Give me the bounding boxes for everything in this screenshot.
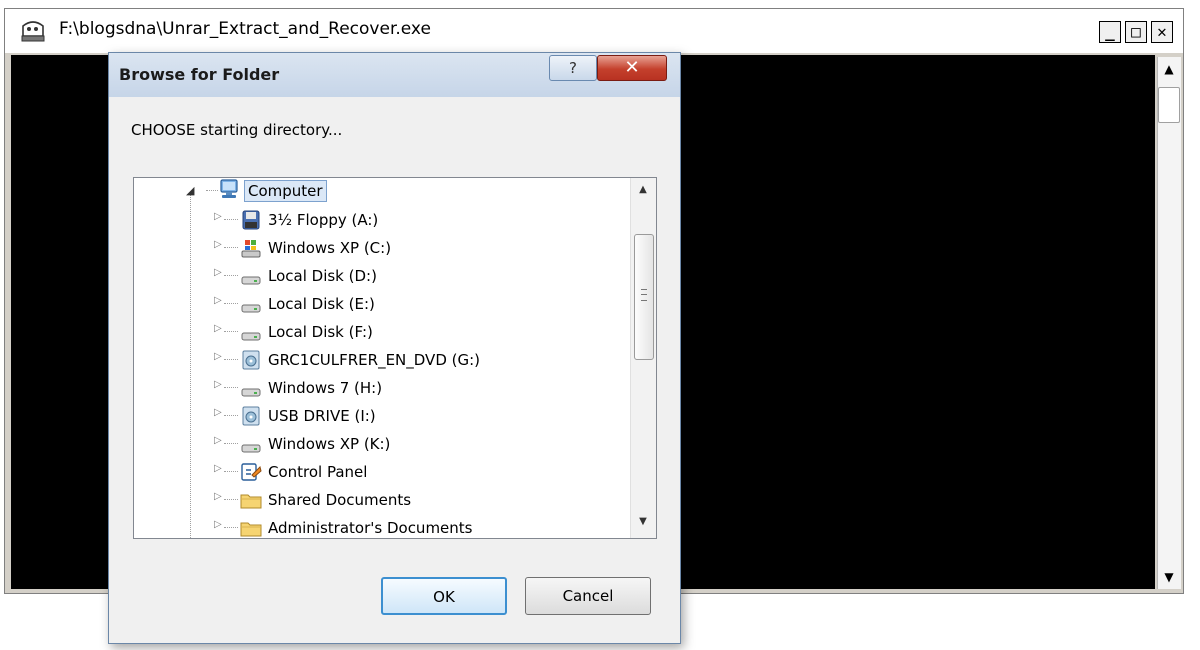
- tree-item[interactable]: ▷ USB DRIVE (I:): [214, 402, 634, 430]
- hard-drive-icon: [241, 444, 261, 453]
- tree-item[interactable]: ▷ Administrator's Documents: [214, 514, 634, 538]
- folder-tree[interactable]: ◢ Computer ▷ 3½ Floppy (A:) ▷ Windows XP (C…: [133, 177, 657, 539]
- expand-arrow-icon[interactable]: ▷: [214, 407, 222, 418]
- tree-branch-line: [224, 247, 238, 248]
- expand-arrow-icon[interactable]: ▷: [214, 267, 222, 278]
- collapse-arrow-icon[interactable]: ◢: [186, 184, 194, 197]
- tree-branch-line: [224, 443, 238, 444]
- app-icon: [21, 21, 45, 42]
- dialog-title: Browse for Folder: [119, 65, 280, 84]
- tree-item[interactable]: ▷ Local Disk (D:): [214, 262, 634, 290]
- folder-icon: [240, 494, 262, 509]
- console-titlebar: F:\blogsdna\Unrar_Extract_and_Recover.ex…: [5, 9, 1183, 53]
- tree-item-label: USB DRIVE (I:): [268, 407, 376, 425]
- minimize-button[interactable]: _: [1099, 21, 1121, 43]
- usb-drive-icon: [242, 406, 260, 426]
- browse-folder-dialog: Browse for Folder ? ✕ CHOOSE starting di…: [108, 52, 681, 644]
- dialog-prompt: CHOOSE starting directory...: [131, 121, 343, 139]
- floppy-drive-icon: [242, 210, 260, 230]
- console-title: F:\blogsdna\Unrar_Extract_and_Recover.ex…: [59, 19, 431, 39]
- console-scroll-thumb[interactable]: [1158, 87, 1180, 123]
- tree-item-label: Shared Documents: [268, 491, 412, 509]
- tree-item-label: Local Disk (E:): [268, 295, 375, 313]
- tree-branch-line: [224, 275, 238, 276]
- tree-branch-line: [224, 359, 238, 360]
- tree-branch-line: [224, 219, 238, 220]
- expand-arrow-icon[interactable]: ▷: [214, 379, 222, 390]
- tree-branch-line: [224, 499, 238, 500]
- tree-item-label: Windows XP (C:): [268, 239, 392, 257]
- scroll-up-arrow-icon[interactable]: ▲: [631, 184, 655, 195]
- tree-item[interactable]: ▷ 3½ Floppy (A:): [214, 206, 634, 234]
- tree-item-label: GRC1CULFRER_EN_DVD (G:): [268, 351, 481, 369]
- ok-button[interactable]: OK: [381, 577, 507, 615]
- tree-branch-line: [224, 527, 238, 528]
- scroll-down-arrow-icon[interactable]: ▼: [1158, 567, 1180, 587]
- maximize-button[interactable]: □: [1125, 21, 1147, 43]
- tree-item[interactable]: ▷ Shared Documents: [214, 486, 634, 514]
- tree-item[interactable]: ▷ Control Panel: [214, 458, 634, 486]
- close-button-console[interactable]: ✕: [1151, 21, 1173, 43]
- tree-scrollbar[interactable]: ▲ ▼: [630, 178, 656, 538]
- expand-arrow-icon[interactable]: ▷: [214, 323, 222, 334]
- scroll-grip-icon: [641, 289, 647, 301]
- expand-arrow-icon[interactable]: ▷: [214, 239, 222, 250]
- computer-icon: [220, 179, 238, 198]
- tree-item-label: Local Disk (D:): [268, 267, 377, 285]
- tree-branch-line: [224, 471, 238, 472]
- tree-item-label: Windows XP (K:): [268, 435, 391, 453]
- tree-item[interactable]: ▷ Windows XP (C:): [214, 234, 634, 262]
- dvd-drive-icon: [242, 350, 260, 370]
- tree-item-label: Administrator's Documents: [268, 519, 473, 537]
- expand-arrow-icon[interactable]: ▷: [214, 491, 222, 502]
- hard-drive-icon: [241, 304, 261, 313]
- tree-item-label: 3½ Floppy (A:): [268, 211, 379, 229]
- tree-item-label: Control Panel: [268, 463, 368, 481]
- tree-branch-line: [224, 303, 238, 304]
- tree-item[interactable]: ▷ Local Disk (F:): [214, 318, 634, 346]
- windows-drive-icon: [241, 240, 261, 258]
- console-scrollbar[interactable]: ▲ ▼: [1157, 57, 1181, 589]
- dialog-titlebar: Browse for Folder ? ✕: [109, 53, 680, 97]
- expand-arrow-icon[interactable]: ▷: [214, 519, 222, 530]
- tree-scroll-thumb[interactable]: [634, 234, 654, 360]
- help-button[interactable]: ?: [549, 55, 597, 81]
- expand-arrow-icon[interactable]: ▷: [214, 295, 222, 306]
- close-button[interactable]: ✕: [597, 55, 667, 81]
- tree-guide-line: [190, 194, 191, 538]
- scroll-up-arrow-icon[interactable]: ▲: [1158, 59, 1180, 79]
- cancel-button[interactable]: Cancel: [525, 577, 651, 615]
- tree-branch-line: [224, 387, 238, 388]
- control-panel-icon: [241, 463, 262, 481]
- tree-item[interactable]: ▷ Local Disk (E:): [214, 290, 634, 318]
- tree-item[interactable]: ▷ Windows 7 (H:): [214, 374, 634, 402]
- tree-item[interactable]: ▷ Windows XP (K:): [214, 430, 634, 458]
- tree-item-label: Local Disk (F:): [268, 323, 373, 341]
- scroll-down-arrow-icon[interactable]: ▼: [631, 516, 655, 527]
- expand-arrow-icon[interactable]: ▷: [214, 463, 222, 474]
- hard-drive-icon: [241, 388, 261, 397]
- tree-item-computer[interactable]: Computer: [244, 180, 327, 202]
- tree-branch-line: [206, 190, 218, 191]
- expand-arrow-icon[interactable]: ▷: [214, 351, 222, 362]
- folder-icon: [240, 522, 262, 537]
- tree-item[interactable]: ▷ GRC1CULFRER_EN_DVD (G:): [214, 346, 634, 374]
- expand-arrow-icon[interactable]: ▷: [214, 211, 222, 222]
- tree-item-label: Windows 7 (H:): [268, 379, 383, 397]
- hard-drive-icon: [241, 276, 261, 285]
- expand-arrow-icon[interactable]: ▷: [214, 435, 222, 446]
- hard-drive-icon: [241, 332, 261, 341]
- tree-branch-line: [224, 415, 238, 416]
- tree-branch-line: [224, 331, 238, 332]
